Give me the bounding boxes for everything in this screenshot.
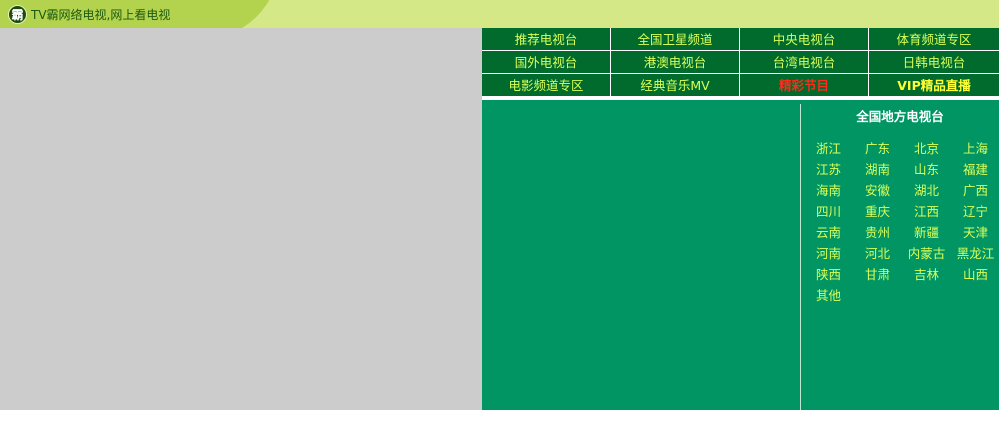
province-link[interactable]: 内蒙古 <box>902 245 951 262</box>
video-player-area[interactable] <box>0 28 482 410</box>
province-link[interactable]: 云南 <box>804 224 853 241</box>
nav-hk-macau[interactable]: 港澳电视台 <box>611 51 740 74</box>
province-link[interactable]: 山东 <box>902 161 951 178</box>
province-link[interactable]: 江苏 <box>804 161 853 178</box>
province-link[interactable]: 河北 <box>853 245 902 262</box>
province-link[interactable]: 山西 <box>951 266 999 283</box>
province-link[interactable]: 陕西 <box>804 266 853 283</box>
main-content: 全国地方电视台 浙江 广东 北京 上海江苏 湖南 山东 福建海南 安徽 湖北 广西四川 重庆 江西 辽宁… <box>482 100 999 410</box>
site-brand[interactable]: 霸 TV霸网络电视,网上看电视 <box>8 5 170 24</box>
province-list: 浙江 广东 北京 上海江苏 湖南 山东 福建海南 安徽 湖北 广西四川 重庆 江西 辽宁云南 贵州 新疆 天津… <box>804 140 999 304</box>
nav-music-mv[interactable]: 经典音乐MV <box>611 74 740 97</box>
province-link[interactable]: 吉林 <box>902 266 951 283</box>
nav-vip-live[interactable]: VIP精品直播 <box>869 74 999 97</box>
province-link[interactable]: 四川 <box>804 203 853 220</box>
nav-sports[interactable]: 体育频道专区 <box>869 28 999 51</box>
province-link[interactable]: 重庆 <box>853 203 902 220</box>
nav-featured[interactable]: 精彩节目 <box>740 74 869 97</box>
channel-nav-grid: 推荐电视台 全国卫星频道 中央电视台 体育频道专区 国外电视台 港澳电视台 台湾… <box>482 28 999 97</box>
province-link[interactable]: 福建 <box>951 161 999 178</box>
site-title: TV霸网络电视,网上看电视 <box>31 8 171 22</box>
province-link[interactable]: 海南 <box>804 182 853 199</box>
nav-foreign[interactable]: 国外电视台 <box>482 51 611 74</box>
local-tv-panel: 全国地方电视台 浙江 广东 北京 上海江苏 湖南 山东 福建海南 安徽 湖北 广西四川 重庆 江西 辽宁… <box>801 100 999 410</box>
province-link[interactable]: 贵州 <box>853 224 902 241</box>
province-link[interactable]: 北京 <box>902 140 951 157</box>
province-link[interactable]: 黑龙江 <box>951 245 999 262</box>
province-link[interactable]: 天津 <box>951 224 999 241</box>
province-link[interactable]: 湖南 <box>853 161 902 178</box>
province-link[interactable]: 新疆 <box>902 224 951 241</box>
nav-satellite[interactable]: 全国卫星频道 <box>611 28 740 51</box>
nav-cctv[interactable]: 中央电视台 <box>740 28 869 51</box>
province-link[interactable]: 广西 <box>951 182 999 199</box>
province-link[interactable]: 甘肃 <box>853 266 902 283</box>
province-link[interactable]: 江西 <box>902 203 951 220</box>
nav-japan-korea[interactable]: 日韩电视台 <box>869 51 999 74</box>
site-logo-icon: 霸 <box>8 5 27 24</box>
province-link[interactable]: 安徽 <box>853 182 902 199</box>
province-link[interactable]: 浙江 <box>804 140 853 157</box>
province-link[interactable]: 湖北 <box>902 182 951 199</box>
province-link[interactable]: 广东 <box>853 140 902 157</box>
local-tv-title: 全国地方电视台 <box>856 109 944 124</box>
province-link[interactable]: 河南 <box>804 245 853 262</box>
nav-taiwan[interactable]: 台湾电视台 <box>740 51 869 74</box>
province-link[interactable]: 其他 <box>804 287 853 304</box>
province-link[interactable]: 上海 <box>951 140 999 157</box>
province-link[interactable]: 辽宁 <box>951 203 999 220</box>
nav-recommended[interactable]: 推荐电视台 <box>482 28 611 51</box>
header-bar: 霸 TV霸网络电视,网上看电视 <box>0 0 999 28</box>
nav-movies[interactable]: 电影频道专区 <box>482 74 611 97</box>
